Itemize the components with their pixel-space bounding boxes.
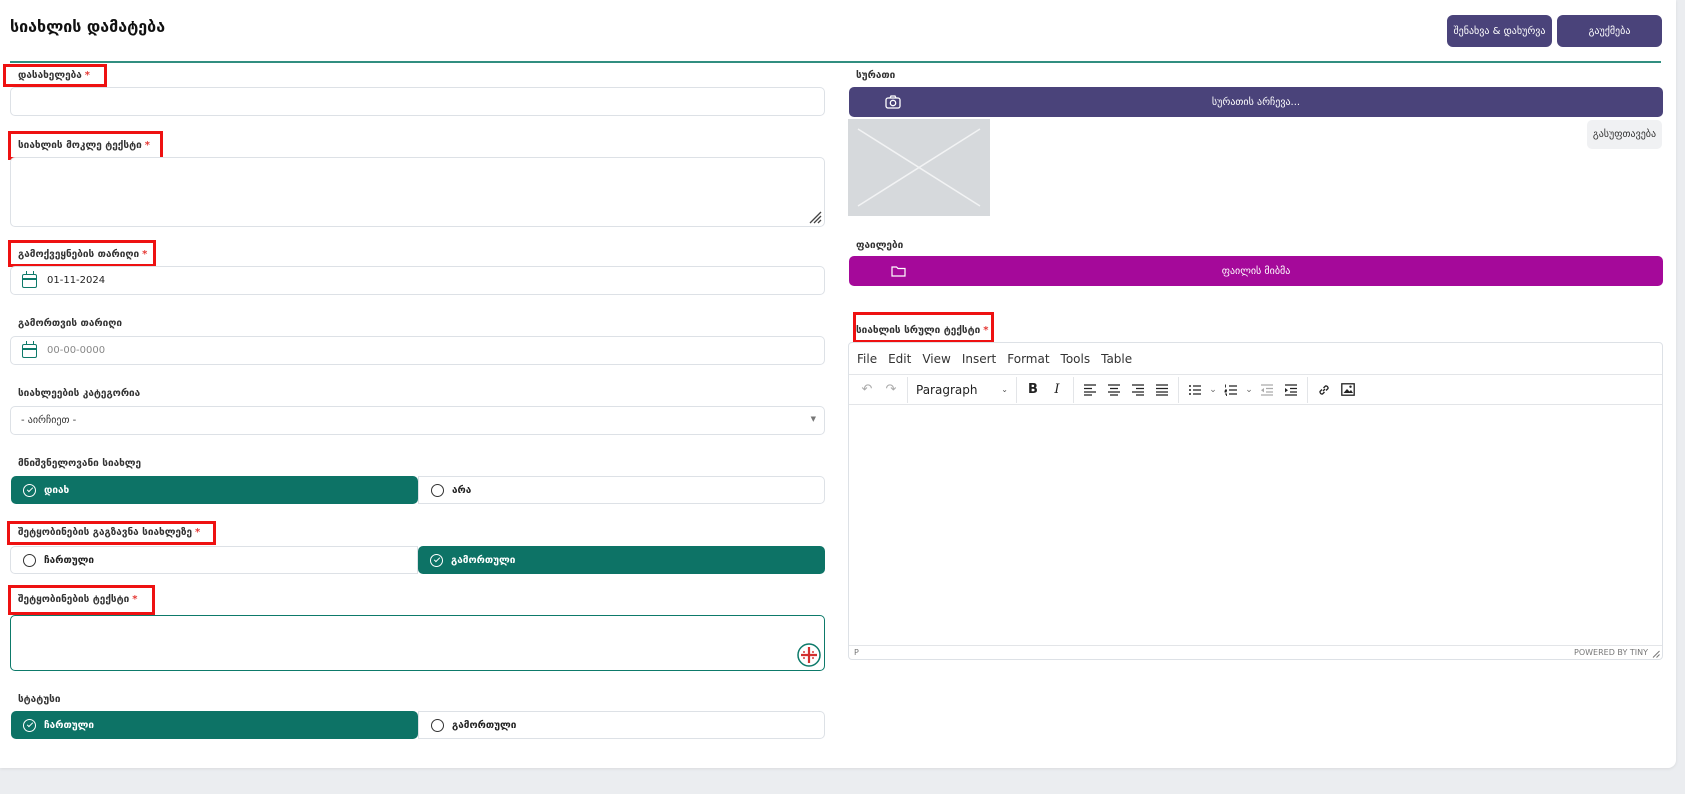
- clear-image-button[interactable]: გასუფთავება: [1587, 120, 1662, 149]
- rich-text-editor: File Edit View Insert Format Tools Table…: [848, 342, 1663, 660]
- off-date-placeholder: 00-00-0000: [47, 345, 106, 356]
- editor-content-area[interactable]: [849, 405, 1662, 649]
- radio-circle-icon: [23, 553, 36, 567]
- editor-menubar: File Edit View Insert Format Tools Table: [849, 343, 1662, 375]
- menu-table[interactable]: Table: [1101, 352, 1132, 366]
- notify-option-off[interactable]: გამორთული: [418, 546, 825, 574]
- check-circle-icon: [23, 483, 36, 497]
- chevron-down-icon[interactable]: ⌄: [1243, 378, 1255, 402]
- editor-branding[interactable]: POWERED BY TINY: [1574, 648, 1648, 657]
- image-icon[interactable]: [1336, 378, 1360, 402]
- status-option-off[interactable]: გამორთული: [418, 711, 825, 739]
- editor-statusbar: P POWERED BY TINY: [849, 645, 1662, 659]
- attach-file-button[interactable]: ფაილის მიბმა: [849, 256, 1663, 286]
- camera-icon: [885, 95, 901, 109]
- header-divider: [10, 61, 1661, 63]
- check-circle-icon: [430, 553, 443, 567]
- outdent-icon[interactable]: [1255, 378, 1279, 402]
- notify-text-textarea[interactable]: [10, 615, 825, 671]
- folder-icon: [891, 266, 906, 277]
- numbered-list-icon[interactable]: [1219, 378, 1243, 402]
- category-label: სიახლეების კატეგორია: [18, 388, 141, 399]
- menu-format[interactable]: Format: [1007, 352, 1049, 366]
- resize-grip-icon[interactable]: [1651, 649, 1660, 658]
- radio-circle-icon: [431, 718, 444, 732]
- menu-file[interactable]: File: [857, 352, 877, 366]
- page-title: სიახლის დამატება: [10, 17, 166, 36]
- menu-insert[interactable]: Insert: [962, 352, 996, 366]
- grammar-check-icon[interactable]: [796, 642, 822, 668]
- chevron-down-icon[interactable]: ⌄: [1207, 378, 1219, 402]
- short-text-label: სიახლის მოკლე ტექსტი *: [18, 140, 150, 151]
- bold-icon[interactable]: B: [1021, 378, 1045, 402]
- publish-date-label: გამოქვეყნების თარიღი *: [18, 249, 148, 260]
- align-right-icon[interactable]: [1126, 378, 1150, 402]
- full-text-label: სიახლის სრული ტექსტი *: [856, 325, 989, 336]
- cancel-button[interactable]: გაუქმება: [1557, 15, 1662, 47]
- important-label: მნიშვნელოვანი სიახლე: [18, 458, 142, 469]
- calendar-icon: [22, 341, 37, 358]
- editor-toolbar: ↶ ↷ Paragraph ⌄ B I ⌄ ⌄: [849, 375, 1662, 405]
- save-close-button[interactable]: შენახვა & დახურვა: [1447, 15, 1552, 47]
- notify-text-label: შეტყობინების ტექსტი *: [18, 594, 138, 605]
- redo-icon[interactable]: ↷: [879, 378, 903, 402]
- align-left-icon[interactable]: [1078, 378, 1102, 402]
- bullet-list-icon[interactable]: [1183, 378, 1207, 402]
- notify-label: შეტყობინების გაგზავნა სიახლეზე *: [18, 527, 201, 538]
- format-select[interactable]: Paragraph ⌄: [912, 378, 1012, 402]
- form-card: სიახლის დამატება შენახვა & დახურვა გაუქმ…: [0, 0, 1676, 768]
- editor-path: P: [854, 648, 859, 657]
- category-select[interactable]: - აირჩიეთ - ▼: [10, 406, 825, 435]
- category-selected-value: - აირჩიეთ -: [21, 415, 77, 426]
- important-option-yes[interactable]: დიახ: [11, 476, 418, 504]
- image-preview-placeholder: [848, 119, 990, 216]
- italic-icon[interactable]: I: [1045, 378, 1069, 402]
- align-justify-icon[interactable]: [1150, 378, 1174, 402]
- radio-circle-icon: [431, 483, 444, 497]
- notify-option-on[interactable]: ჩართული: [10, 546, 418, 574]
- important-option-no[interactable]: არა: [418, 476, 825, 504]
- title-label: დასახელება *: [18, 70, 91, 81]
- resize-grip-icon[interactable]: [806, 208, 822, 224]
- check-circle-icon: [23, 718, 36, 732]
- calendar-icon: [22, 271, 37, 288]
- indent-icon[interactable]: [1279, 378, 1303, 402]
- publish-date-input[interactable]: 01-11-2024: [10, 266, 825, 295]
- link-icon[interactable]: [1312, 378, 1336, 402]
- image-label: სურათი: [856, 70, 896, 81]
- status-label: სტატუსი: [18, 694, 61, 705]
- short-text-textarea[interactable]: [10, 157, 825, 227]
- menu-tools[interactable]: Tools: [1061, 352, 1091, 366]
- off-date-label: გამორთვის თარიღი: [18, 318, 123, 329]
- image-placeholder-icon: [857, 128, 981, 207]
- align-center-icon[interactable]: [1102, 378, 1126, 402]
- title-input[interactable]: [10, 87, 825, 116]
- off-date-input[interactable]: 00-00-0000: [10, 336, 825, 365]
- status-option-on[interactable]: ჩართული: [11, 711, 418, 739]
- undo-icon[interactable]: ↶: [855, 378, 879, 402]
- chevron-down-icon: ⌄: [1001, 385, 1008, 394]
- menu-edit[interactable]: Edit: [888, 352, 911, 366]
- caret-down-icon: ▼: [810, 415, 816, 423]
- publish-date-value: 01-11-2024: [47, 275, 106, 286]
- choose-image-button[interactable]: სურათის არჩევა...: [849, 87, 1663, 117]
- files-label: ფაილები: [856, 240, 904, 251]
- menu-view[interactable]: View: [922, 352, 950, 366]
